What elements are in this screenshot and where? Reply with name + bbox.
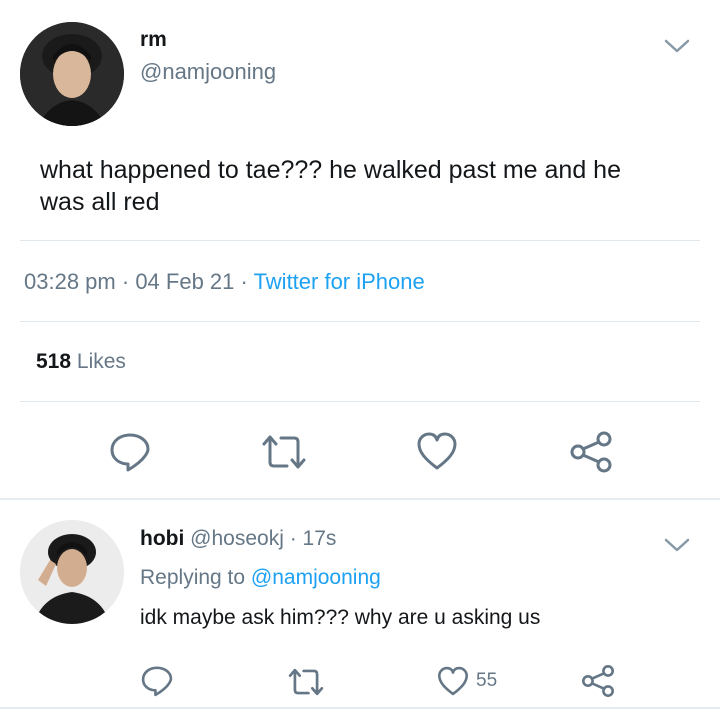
profile-photo [20, 22, 124, 126]
reply-display-name[interactable]: hobi [140, 527, 184, 550]
meta-separator: · [240, 269, 248, 294]
replying-label: Replying to [140, 566, 246, 589]
divider [20, 240, 700, 241]
display-name[interactable]: rm [140, 28, 167, 52]
avatar[interactable] [20, 22, 124, 126]
retweet-icon [288, 668, 324, 696]
tweet-source-link[interactable]: Twitter for iPhone [254, 269, 425, 294]
likes-count: 518 [36, 350, 72, 373]
replying-handle-link[interactable]: @namjooning [251, 566, 381, 589]
tweet-meta: 03:28 pm · 04 Feb 21 · Twitter for iPhon… [24, 269, 425, 295]
tweet-date: 04 Feb 21 [135, 269, 235, 294]
tweet-time: 03:28 pm [24, 269, 116, 294]
reply-like-count: 55 [476, 670, 498, 691]
reply-handle[interactable]: @hoseokj [190, 527, 284, 550]
reply-header: hobi @hoseokj · 17s [140, 527, 336, 551]
section-separator [0, 498, 720, 500]
divider [20, 321, 700, 322]
handle[interactable]: @namjooning [140, 59, 276, 85]
reply-icon [110, 433, 150, 472]
reply-icon [141, 666, 173, 697]
heart-icon [437, 666, 469, 696]
tweet-text: what happened to tae??? he walked past m… [40, 156, 621, 216]
likes-summary[interactable]: 518 Likes [36, 350, 126, 374]
replying-to: Replying to @namjooning [140, 566, 381, 590]
reply-time: · 17s [289, 527, 337, 550]
reply-chevron-down-icon[interactable] [662, 535, 692, 555]
like-button[interactable] [415, 430, 459, 472]
divider [20, 401, 700, 402]
reply-button[interactable] [108, 430, 152, 474]
likes-label: Likes [76, 350, 126, 373]
reply-reply-button[interactable] [140, 664, 174, 698]
heart-icon [417, 432, 457, 470]
reply-like-button[interactable]: 55 [436, 665, 497, 697]
reply-avatar[interactable] [20, 520, 124, 624]
meta-separator: · [121, 269, 130, 294]
share-icon [582, 665, 614, 697]
retweet-button[interactable] [260, 432, 308, 472]
reply-retweet-button[interactable] [287, 666, 325, 698]
share-button[interactable] [568, 430, 614, 474]
reply-text: idk maybe ask him??? why are u asking us [140, 606, 541, 629]
profile-photo [20, 520, 124, 624]
chevron-down-icon[interactable] [662, 36, 692, 56]
share-icon [570, 431, 612, 473]
retweet-icon [262, 435, 306, 469]
reply-share-button[interactable] [580, 664, 616, 698]
